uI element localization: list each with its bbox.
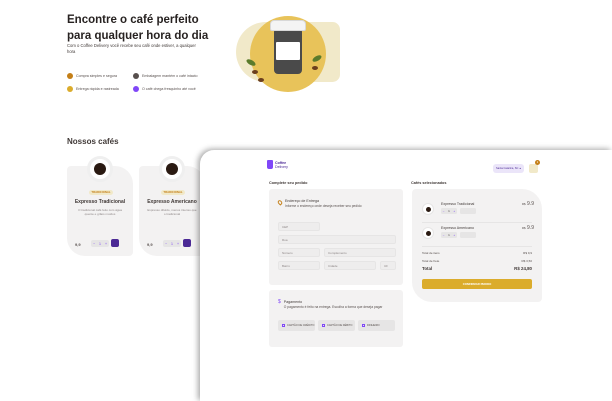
coffee-bean xyxy=(252,70,258,74)
coffee-price: 9,9 xyxy=(147,242,153,247)
divider xyxy=(422,246,532,247)
debit-card-option[interactable]: CARTÃO DE DÉBITO xyxy=(318,320,355,331)
coffee-image xyxy=(422,227,434,239)
dollar-icon: $ xyxy=(278,299,281,305)
confirm-order-button[interactable]: CONFIRMAR PEDIDO xyxy=(422,279,532,289)
coffee-cup-illustration xyxy=(268,16,308,76)
map-pin-icon: ● xyxy=(519,167,521,170)
minus-icon[interactable]: − xyxy=(443,209,445,213)
add-to-cart-button[interactable] xyxy=(183,239,191,247)
coffee-bean xyxy=(258,78,264,82)
delivery-total-row: Total de frete R$ 3,50 xyxy=(422,259,532,263)
cart-item: Expresso Tradicional − 1 + R$ 9.9 xyxy=(422,201,534,221)
remove-button[interactable] xyxy=(460,208,476,214)
coffee-desc: Expresso diluído, menos intenso que o tr… xyxy=(147,208,197,216)
credit-card-icon xyxy=(282,324,285,327)
coffee-card: TRADICIONAL Expresso Tradicional O tradi… xyxy=(67,156,133,256)
coffee-name: Expresso Americano xyxy=(147,199,197,205)
hero-title: Encontre o café perfeito para qualquer h… xyxy=(67,14,209,42)
quantity-stepper[interactable]: − 1 + xyxy=(441,232,457,238)
coffee-tag: TRADICIONAL xyxy=(161,190,185,195)
coffee-price: 9,9 xyxy=(75,242,81,247)
checkout-window: Coffee Delivery Santa Catarina, SC ● 2 C… xyxy=(200,150,612,401)
add-to-cart-button[interactable] xyxy=(111,239,119,247)
coffee-bean xyxy=(312,66,318,70)
coffee-image xyxy=(87,156,113,182)
brand-logo[interactable]: Coffee Delivery xyxy=(267,160,288,169)
cart-button[interactable] xyxy=(529,164,538,173)
bank-icon xyxy=(322,324,325,327)
feature-item: O café chega fresquinho até você xyxy=(133,86,196,92)
credit-card-option[interactable]: CARTÃO DE CRÉDITO xyxy=(278,320,315,331)
minus-icon[interactable]: − xyxy=(165,242,167,246)
coffee-desc: O tradicional café feito com água quente… xyxy=(78,208,122,216)
order-form-heading: Complete seu pedido xyxy=(269,181,308,185)
cep-field[interactable]: CEP xyxy=(278,222,320,231)
feature-item: Embalagem mantém o café intacto xyxy=(133,73,198,79)
street-field[interactable]: Rua xyxy=(278,235,396,244)
location-chip[interactable]: Santa Catarina, SC ● xyxy=(493,164,524,173)
city-field[interactable]: Cidade xyxy=(324,261,376,270)
remove-button[interactable] xyxy=(460,232,476,238)
cart-icon xyxy=(67,73,73,79)
coffee-icon xyxy=(133,86,139,92)
selected-coffees-heading: Cafés selecionados xyxy=(411,181,447,185)
number-field[interactable]: Número xyxy=(278,248,320,257)
feature-item: Entrega rápida e rastreada xyxy=(67,86,119,92)
money-icon xyxy=(362,324,365,327)
quantity-stepper[interactable]: − 1 + xyxy=(91,240,109,247)
plus-icon[interactable]: + xyxy=(453,209,455,213)
plus-icon[interactable]: + xyxy=(105,242,107,246)
coffee-image xyxy=(159,156,185,182)
state-field[interactable]: UF xyxy=(380,261,396,270)
address-panel: Endereço de Entrega Informe o endereço o… xyxy=(269,189,403,285)
cart-count-badge: 2 xyxy=(535,160,540,165)
coffee-name: Expresso Tradicional xyxy=(74,199,126,205)
quantity-stepper[interactable]: − 1 + xyxy=(441,208,457,214)
cash-option[interactable]: DINHEIRO xyxy=(358,320,395,331)
quantity-stepper[interactable]: − 1 + xyxy=(163,240,181,247)
coffee-image xyxy=(422,203,434,215)
divider xyxy=(422,222,532,223)
feature-item: Compra simples e segura xyxy=(67,73,117,79)
package-icon xyxy=(133,73,139,79)
neighborhood-field[interactable]: Bairro xyxy=(278,261,320,270)
grand-total-row: Total R$ 24,80 xyxy=(422,266,532,271)
payment-panel: $ Pagamento O pagamento é feito na entre… xyxy=(269,290,403,347)
plus-icon[interactable]: + xyxy=(177,242,179,246)
plus-icon[interactable]: + xyxy=(453,233,455,237)
hero-subtitle: Com o Coffee Delivery você recebe seu ca… xyxy=(67,43,196,54)
timer-icon xyxy=(67,86,73,92)
cart-item: Expresso Americano − 1 + R$ 9.9 xyxy=(422,225,534,245)
complement-field[interactable]: Complemento xyxy=(324,248,396,257)
order-summary: Expresso Tradicional − 1 + R$ 9.9 Expres… xyxy=(412,189,542,302)
map-pin-icon xyxy=(276,199,284,206)
minus-icon[interactable]: − xyxy=(93,242,95,246)
items-total-row: Total de itens R$ 9,9 xyxy=(422,251,532,255)
coffee-card: TRADICIONAL Expresso Americano Expresso … xyxy=(139,156,205,256)
minus-icon[interactable]: − xyxy=(443,233,445,237)
address-header: Endereço de Entrega Informe o endereço o… xyxy=(276,199,362,208)
catalog-title: Nossos cafés xyxy=(67,137,119,146)
coffee-tag: TRADICIONAL xyxy=(89,190,113,195)
payment-header: $ Pagamento O pagamento é feito na entre… xyxy=(278,299,383,309)
coffee-cup-icon xyxy=(267,160,273,169)
